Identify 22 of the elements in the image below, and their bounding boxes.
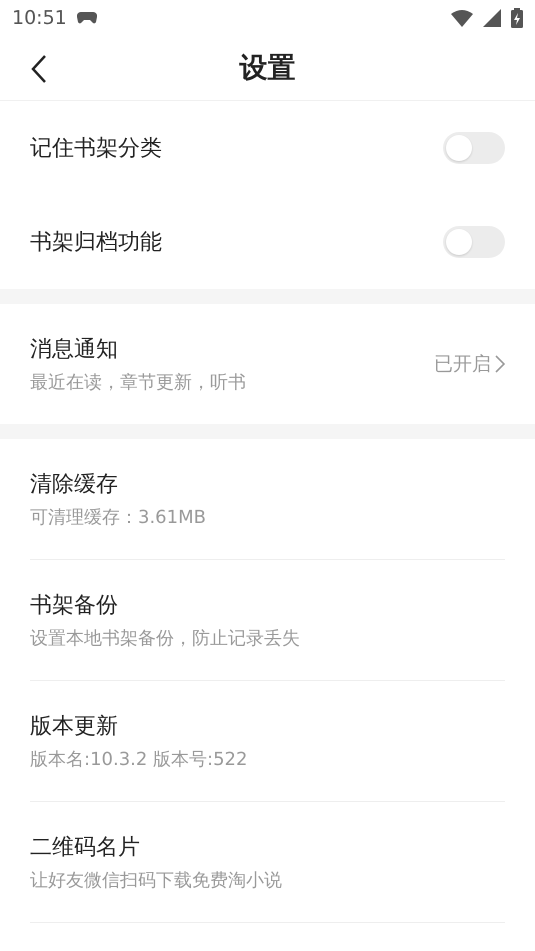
setting-description: 设置本地书架备份，防止记录丢失: [30, 627, 301, 650]
setting-title: 清除缓存: [30, 471, 119, 499]
setting-title: 记住书架分类: [30, 135, 163, 163]
signal-icon: [483, 9, 501, 27]
gamepad-icon: [76, 11, 97, 25]
setting-value[interactable]: 已开启: [434, 351, 491, 377]
setting-title: 消息通知: [30, 336, 119, 364]
wifi-icon: [451, 10, 473, 26]
setting-description: 最近在读，章节更新，听书: [30, 371, 247, 394]
toggle-switch[interactable]: [443, 132, 505, 164]
setting-description: 版本名:10.3.2 版本号:522: [30, 748, 248, 771]
setting-title: 书架备份: [30, 592, 119, 620]
toggle-switch[interactable]: [443, 226, 505, 258]
chevron-right-icon: [495, 355, 505, 373]
setting-title: 版本更新: [30, 713, 119, 741]
setting-description: 可清理缓存：3.61MB: [30, 506, 207, 529]
battery-icon: [511, 8, 523, 28]
setting-description: 让好友微信扫码下载免费淘小说: [30, 869, 283, 892]
status-time: 10:51: [12, 7, 67, 29]
page-title: 设置: [240, 50, 296, 86]
setting-title: 书架归档功能: [30, 229, 163, 257]
setting-title: 二维码名片: [30, 834, 141, 862]
